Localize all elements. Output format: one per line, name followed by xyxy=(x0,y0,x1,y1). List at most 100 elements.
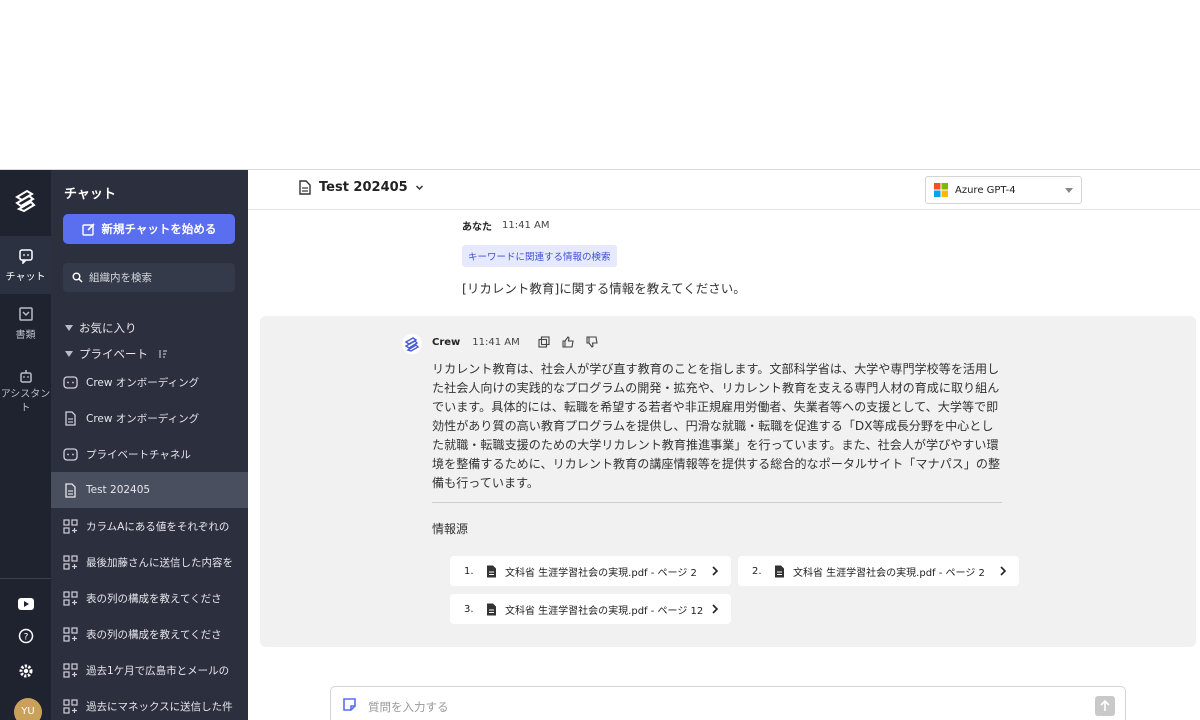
chevron-down-icon xyxy=(1065,188,1073,193)
note-icon xyxy=(343,698,356,711)
avatar[interactable]: YU xyxy=(14,698,42,720)
sidebar-item-label: 表の列の構成を教えてくださ xyxy=(86,628,222,641)
new-chat-label: 新規チャットを始める xyxy=(101,222,217,236)
sidebar-item-label: Crew オンボーディング xyxy=(86,376,200,389)
message-author: あなた xyxy=(462,222,492,233)
pdf-file-icon xyxy=(487,565,496,577)
model-select[interactable]: Azure GPT-4 xyxy=(925,176,1082,204)
chevron-right-icon xyxy=(712,566,719,576)
help-button[interactable]: ? xyxy=(0,628,51,648)
sidebar-item-query[interactable]: 表の列の構成を教えてくださ xyxy=(51,616,248,652)
chevron-down-icon xyxy=(65,325,73,331)
crew-logo-icon xyxy=(402,334,422,354)
file-icon xyxy=(65,482,76,498)
grid-plus-icon xyxy=(63,554,78,570)
copy-icon[interactable] xyxy=(538,336,550,348)
input-placeholder: 質問を入力する xyxy=(368,700,449,714)
thumbs-up-icon[interactable] xyxy=(562,336,574,348)
send-button[interactable] xyxy=(1095,696,1115,716)
edit-icon xyxy=(81,223,95,236)
sidebar-item-query[interactable]: 表の列の構成を教えてくださ xyxy=(51,580,248,616)
sidebar-item-test-202405[interactable]: Test 202405 xyxy=(51,472,248,508)
rail-divider xyxy=(0,578,51,579)
grid-plus-icon xyxy=(63,662,78,678)
private-section-toggle[interactable]: プライベート xyxy=(65,346,168,362)
help-icon: ? xyxy=(18,628,33,644)
grid-plus-icon xyxy=(63,590,78,606)
source-number: 3. xyxy=(464,603,474,615)
file-icon xyxy=(65,410,76,426)
pdf-file-icon xyxy=(775,565,784,577)
source-label: 文科省 生涯学習社会の実現.pdf - ページ 2 xyxy=(793,567,985,579)
document-icon xyxy=(18,307,33,321)
chat-bubble-icon xyxy=(63,447,78,461)
sidebar-item-label: 表の列の構成を教えてくださ xyxy=(86,592,222,605)
rail-item-chat-label: チャット xyxy=(5,272,46,283)
sidebar: チャット 新規チャットを始める 組織内を検索 お気に入り プライベート Crew… xyxy=(51,170,248,720)
org-search-input[interactable]: 組織内を検索 xyxy=(63,263,235,292)
doc-title: Test 202405 xyxy=(319,180,408,195)
microsoft-logo-icon xyxy=(934,183,948,197)
grid-plus-icon xyxy=(63,626,78,642)
arrow-up-icon xyxy=(1100,699,1110,711)
sidebar-item-label: Test 202405 xyxy=(86,484,151,496)
user-message-text: [リカレント教育]に関する情報を教えてください。 xyxy=(462,281,746,296)
file-icon xyxy=(299,180,311,195)
sidebar-item-query[interactable]: 過去1ケ月で広島市とメールの xyxy=(51,652,248,688)
favorites-section-toggle[interactable]: お気に入り xyxy=(65,320,137,336)
pdf-file-icon xyxy=(487,603,496,615)
source-link[interactable]: 3. 文科省 生涯学習社会の実現.pdf - ページ 12 xyxy=(450,594,731,624)
sidebar-item-label: Crew オンボーディング xyxy=(86,412,200,425)
chevron-down-icon xyxy=(415,185,423,191)
app-window: チャット 書類 アシスタント ? YU チャット 新規チャットを始める 組織内を… xyxy=(0,169,1200,720)
sidebar-item-private-channel[interactable]: プライベートチャネル xyxy=(51,436,248,472)
message-time: 11:41 AM xyxy=(502,220,550,231)
youtube-button[interactable] xyxy=(0,595,51,614)
sidebar-item-query[interactable]: カラムAにある値をそれぞれの xyxy=(51,508,248,544)
sort-icon[interactable] xyxy=(158,349,168,359)
youtube-icon xyxy=(17,598,34,610)
private-label: プライベート xyxy=(79,347,148,361)
sources-title: 情報源 xyxy=(432,522,469,536)
sidebar-item-query[interactable]: 最後加藤さんに送信した内容を xyxy=(51,544,248,580)
rail-item-assistant-label: アシスタント xyxy=(0,389,51,414)
source-label: 文科省 生涯学習社会の実現.pdf - ページ 12 xyxy=(505,605,704,617)
settings-button[interactable] xyxy=(0,663,51,683)
sidebar-item-label: 過去にマネックスに送信した件 xyxy=(86,700,233,713)
doc-title-dropdown[interactable]: Test 202405 xyxy=(298,180,424,195)
source-link[interactable]: 1. 文科省 生涯学習社会の実現.pdf - ページ 2 xyxy=(450,556,731,586)
sidebar-title: チャット xyxy=(64,187,116,202)
sidebar-item-label: プライベートチャネル xyxy=(86,448,191,461)
bot-message: Crew 11:41 AM リカレント教育は、社会人が学び直す教育のことを指しま… xyxy=(260,316,1196,647)
chat-icon xyxy=(18,249,33,264)
rail-item-documents-label: 書類 xyxy=(15,330,36,341)
new-chat-button[interactable]: 新規チャットを始める xyxy=(63,214,235,244)
source-number: 2. xyxy=(752,565,762,577)
source-link[interactable]: 2. 文科省 生涯学習社会の実現.pdf - ページ 2 xyxy=(738,556,1019,586)
source-label: 文科省 生涯学習社会の実現.pdf - ページ 2 xyxy=(505,567,697,579)
intent-tag: キーワードに関連する情報の検索 xyxy=(462,245,617,267)
sidebar-item-label: カラムAにある値をそれぞれの xyxy=(86,520,230,533)
sidebar-item-crew-onboarding-doc[interactable]: Crew オンボーディング xyxy=(51,400,248,436)
user-message: あなた 11:41 AM キーワードに関連する情報の検索 [リカレント教育]に関… xyxy=(462,218,1062,297)
chat-header: Test 202405 Azure GPT-4 xyxy=(248,170,1200,210)
sidebar-item-query[interactable]: 過去にマネックスに送信した件 xyxy=(51,688,248,720)
search-placeholder: 組織内を検索 xyxy=(89,272,152,284)
icon-rail: チャット 書類 アシスタント ? YU xyxy=(0,170,51,720)
sidebar-item-label: 過去1ケ月で広島市とメールの xyxy=(86,664,230,677)
source-number: 1. xyxy=(464,565,474,577)
crew-logo-icon[interactable] xyxy=(11,187,39,215)
rail-item-documents[interactable]: 書類 xyxy=(0,306,51,346)
search-icon xyxy=(72,272,83,283)
chevron-right-icon xyxy=(712,604,719,614)
question-input[interactable]: 質問を入力する xyxy=(330,686,1126,720)
model-select-value: Azure GPT-4 xyxy=(955,184,1016,196)
rail-item-chat[interactable]: チャット xyxy=(0,236,51,294)
rail-item-assistant[interactable]: アシスタント xyxy=(0,368,51,420)
message-time: 11:41 AM xyxy=(472,336,520,348)
sidebar-item-label: 最後加藤さんに送信した内容を xyxy=(86,556,233,569)
sidebar-item-crew-onboarding-chat[interactable]: Crew オンボーディング xyxy=(51,364,248,400)
message-author: Crew xyxy=(432,336,461,348)
grid-plus-icon xyxy=(63,518,78,534)
thumbs-down-icon[interactable] xyxy=(586,336,598,348)
